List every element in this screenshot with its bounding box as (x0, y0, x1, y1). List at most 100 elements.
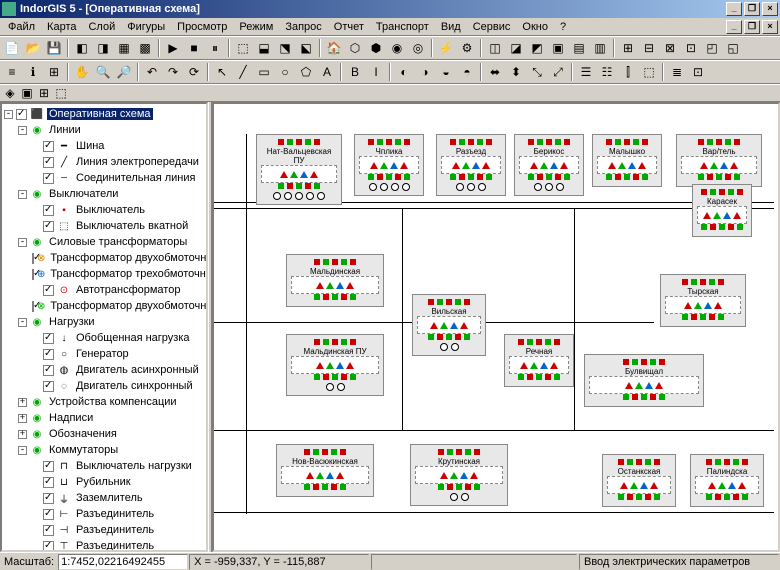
power-line[interactable] (402, 208, 403, 430)
substation[interactable]: Разъезд (436, 134, 506, 196)
tool-e3[interactable]: ⊠ (660, 38, 680, 58)
menu-mode[interactable]: Режим (233, 19, 279, 35)
mdi-restore[interactable]: ❐ (744, 20, 760, 34)
substation[interactable]: Останкская (602, 454, 676, 507)
tool-tab4[interactable]: ⬚ (53, 85, 69, 101)
menu-map[interactable]: Карта (41, 19, 82, 35)
power-line[interactable] (214, 208, 774, 209)
tree-switches[interactable]: -◉Выключатели (4, 186, 204, 202)
tree-loads[interactable]: -◉Нагрузки (4, 314, 204, 330)
tree-item[interactable]: ⊣Разъединитель (4, 522, 204, 538)
tool-b4[interactable]: ◉ (387, 38, 407, 58)
power-line[interactable] (574, 208, 575, 430)
tool-select[interactable]: ↖ (212, 62, 232, 82)
tool-b2[interactable]: ⬡ (345, 38, 365, 58)
tool-line[interactable]: ╱ (233, 62, 253, 82)
tool-d6[interactable]: ▥ (590, 38, 610, 58)
tree-item[interactable]: ⊗Трансформатор двухобмоточн (4, 298, 204, 314)
substation[interactable]: Крутинская (410, 444, 508, 506)
tool-new[interactable]: 📄 (2, 38, 22, 58)
tool-b5[interactable]: ◎ (408, 38, 428, 58)
tree-item[interactable]: ⊤Разъединитель (4, 538, 204, 552)
tool-rect[interactable]: ▭ (254, 62, 274, 82)
substation[interactable]: Мальдинская (286, 254, 384, 307)
tool-run[interactable]: ▶ (163, 38, 183, 58)
tool-c2[interactable]: ⚙ (457, 38, 477, 58)
tool-layer4[interactable]: ▩ (135, 38, 155, 58)
tool-text[interactable]: A (317, 62, 337, 82)
substation[interactable]: Вар/тель (676, 134, 762, 187)
mdi-close[interactable]: × (762, 20, 778, 34)
tool-e5[interactable]: ◰ (702, 38, 722, 58)
tree-item[interactable]: ⊗Трансформатор двухобмоточн (4, 250, 204, 266)
tool-circle[interactable]: ○ (275, 62, 295, 82)
tree-commutators[interactable]: -◉Коммутаторы (4, 442, 204, 458)
substation[interactable]: Вильская (412, 294, 486, 356)
tool-open[interactable]: 📂 (23, 38, 43, 58)
maximize-button[interactable]: ❐ (744, 2, 760, 16)
tool-layers[interactable]: ≡ (2, 62, 22, 82)
menu-figures[interactable]: Фигуры (121, 19, 171, 35)
substation[interactable]: Чплика (354, 134, 424, 196)
tool-pan[interactable]: ✋ (72, 62, 92, 82)
tool-info[interactable]: ℹ (23, 62, 43, 82)
menu-service[interactable]: Сервис (467, 19, 517, 35)
menu-layer[interactable]: Слой (82, 19, 121, 35)
tool-e2[interactable]: ⊟ (639, 38, 659, 58)
menu-file[interactable]: Файл (2, 19, 41, 35)
tool-f2[interactable]: ◑ (415, 62, 435, 82)
tool-a3[interactable]: ⬔ (275, 38, 295, 58)
substation[interactable]: Малышко (592, 134, 662, 187)
tool-stop[interactable]: ■ (184, 38, 204, 58)
tool-d1[interactable]: ◫ (485, 38, 505, 58)
tool-tab3[interactable]: ⊞ (36, 85, 52, 101)
tree-item[interactable]: ⊙Автотрансформатор (4, 282, 204, 298)
tool-i1[interactable]: ≣ (667, 62, 687, 82)
tree-item[interactable]: ⊢Разъединитель (4, 506, 204, 522)
menu-report[interactable]: Отчет (328, 19, 370, 35)
tree-lines[interactable]: -◉Линии (4, 122, 204, 138)
minimize-button[interactable]: _ (726, 2, 742, 16)
power-line[interactable] (246, 134, 247, 514)
menu-view[interactable]: Просмотр (171, 19, 233, 35)
tree-item[interactable]: ◌Двигатель синхронный (4, 378, 204, 394)
tree-item[interactable]: ○Генератор (4, 346, 204, 362)
tree-item[interactable]: ⊓Выключатель нагрузки (4, 458, 204, 474)
mdi-minimize[interactable]: _ (726, 20, 742, 34)
tree-item[interactable]: ⬚Выключатель вкатной (4, 218, 204, 234)
tool-e4[interactable]: ⊡ (681, 38, 701, 58)
tool-a4[interactable]: ⬕ (296, 38, 316, 58)
tool-tab1[interactable]: ◈ (2, 85, 18, 101)
substation[interactable]: Мальдинская ПУ (286, 334, 384, 396)
tool-g4[interactable]: ⤢ (548, 62, 568, 82)
tree-item[interactable]: ⊔Рубильник (4, 474, 204, 490)
tree-item[interactable]: ↓Обобщенная нагрузка (4, 330, 204, 346)
substation[interactable]: Нов-Васюкинская (276, 444, 374, 497)
substation[interactable]: Берикос (514, 134, 584, 196)
substation[interactable]: Тырская (660, 274, 746, 327)
tree-markers[interactable]: +◉Обозначения (4, 426, 204, 442)
tool-d3[interactable]: ◩ (527, 38, 547, 58)
menu-query[interactable]: Запрос (279, 19, 327, 35)
tool-pause[interactable]: ⏸ (205, 38, 225, 58)
tool-a1[interactable]: ⬚ (233, 38, 253, 58)
tree-root[interactable]: -⬛Оперативная схема (4, 106, 204, 122)
tool-c1[interactable]: ⚡ (436, 38, 456, 58)
tool-redo[interactable]: ↷ (163, 62, 183, 82)
tool-g2[interactable]: ⬍ (506, 62, 526, 82)
tool-e1[interactable]: ⊞ (618, 38, 638, 58)
tree-item[interactable]: ⊕Трансформатор трехобмоточн (4, 266, 204, 282)
tool-g3[interactable]: ⤡ (527, 62, 547, 82)
tool-f3[interactable]: ◒ (436, 62, 456, 82)
tool-zoomout[interactable]: 🔎 (114, 62, 134, 82)
tool-grid[interactable]: ⊞ (44, 62, 64, 82)
tree-item[interactable]: ◍Двигатель асинхронный (4, 362, 204, 378)
tree-item[interactable]: ⏚Заземлитель (4, 490, 204, 506)
tree-item[interactable]: ━Шина (4, 138, 204, 154)
power-line[interactable] (214, 430, 774, 431)
tree-item[interactable]: ▪Выключатель (4, 202, 204, 218)
substation[interactable]: Нат-Вальцевская ПУ (256, 134, 342, 205)
tool-layer3[interactable]: ▦ (114, 38, 134, 58)
substation[interactable]: Булвищал (584, 354, 704, 407)
tool-tab2[interactable]: ▣ (19, 85, 35, 101)
